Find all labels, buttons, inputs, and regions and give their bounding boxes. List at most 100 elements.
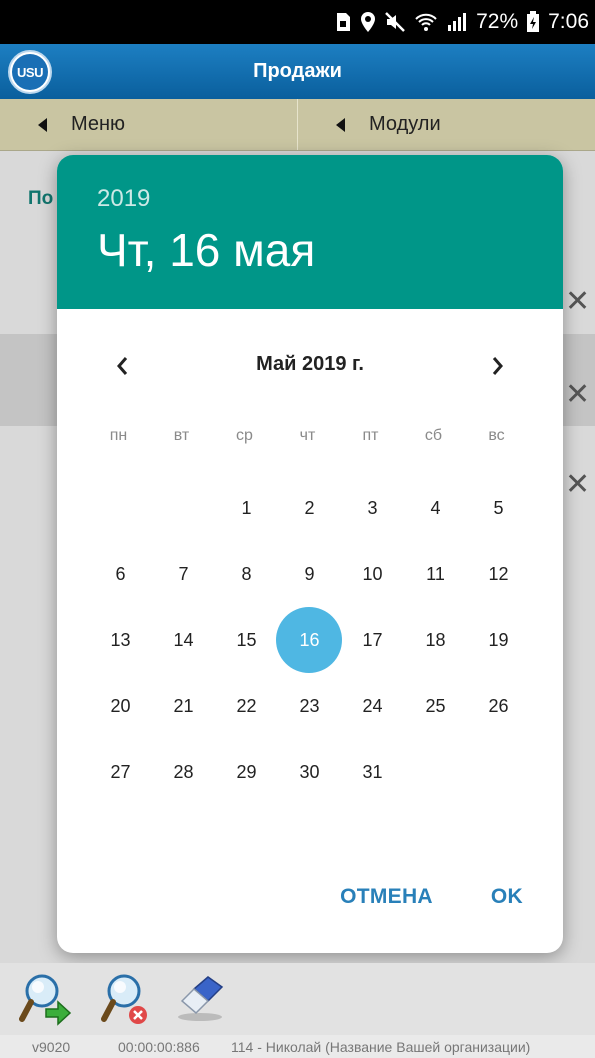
day-cell[interactable]: 26: [467, 673, 530, 739]
day-cell[interactable]: 28: [152, 739, 215, 805]
modules-button[interactable]: Модули: [297, 99, 595, 150]
search-clear-button[interactable]: [100, 971, 156, 1027]
day-cell[interactable]: 18: [404, 607, 467, 673]
selected-date-display[interactable]: Чт, 16 мая: [97, 223, 315, 277]
day-cell[interactable]: 25: [404, 673, 467, 739]
empty-day-cell: [152, 475, 215, 541]
app-header: USU Продажи: [0, 44, 595, 99]
day-number: 11: [426, 563, 445, 584]
day-cell[interactable]: 24: [341, 673, 404, 739]
close-icon[interactable]: ✕: [565, 287, 595, 317]
day-cell[interactable]: 15: [215, 607, 278, 673]
weekday-label: ср: [236, 427, 253, 444]
chevron-right-icon: [492, 357, 503, 375]
cancel-button[interactable]: ОТМЕНА: [340, 885, 433, 909]
day-number: 10: [362, 563, 383, 584]
user-label: 114 - Николай (Название Вашей организаци…: [231, 1039, 531, 1055]
bottom-toolbar: [0, 963, 595, 1035]
day-number: 4: [430, 497, 441, 518]
location-icon: [361, 12, 376, 32]
month-navigation: Май 2019 г.: [57, 345, 563, 385]
day-cell[interactable]: 8: [215, 541, 278, 607]
day-number: 22: [236, 695, 257, 716]
day-number: 14: [173, 629, 194, 650]
day-number: 7: [178, 563, 189, 584]
empty-day-cell: [467, 739, 530, 805]
day-cell[interactable]: 21: [152, 673, 215, 739]
day-cell[interactable]: 2: [278, 475, 341, 541]
day-cell[interactable]: 7: [152, 541, 215, 607]
day-number: 8: [241, 563, 252, 584]
day-cell[interactable]: 13: [89, 607, 152, 673]
day-number: 31: [362, 761, 383, 782]
version-label: v9020: [32, 1039, 71, 1055]
back-arrow-icon: [336, 117, 345, 132]
day-cell[interactable]: 22: [215, 673, 278, 739]
day-number: 21: [173, 695, 194, 716]
day-number: 28: [173, 761, 194, 782]
day-cell[interactable]: 19: [467, 607, 530, 673]
day-cell[interactable]: 5: [467, 475, 530, 541]
day-number: 18: [425, 629, 446, 650]
battery-icon: [527, 11, 540, 32]
day-cell[interactable]: 17: [341, 607, 404, 673]
day-cell[interactable]: 30: [278, 739, 341, 805]
close-icon[interactable]: ✕: [565, 470, 595, 500]
battery-percent: 72%: [476, 10, 519, 33]
eraser-button[interactable]: [172, 971, 228, 1027]
day-cell[interactable]: 1: [215, 475, 278, 541]
background-label: По: [28, 188, 54, 209]
weekday-label: пт: [362, 427, 379, 444]
wifi-icon: [415, 13, 437, 31]
dialog-actions: ОТМЕНА OK: [340, 885, 523, 909]
day-number: 25: [425, 695, 446, 716]
day-cell[interactable]: 14: [152, 607, 215, 673]
day-cell[interactable]: 11: [404, 541, 467, 607]
day-number: 29: [236, 761, 257, 782]
weekday-label: вт: [173, 427, 190, 444]
day-cell[interactable]: 6: [89, 541, 152, 607]
weekday-label: сб: [424, 427, 443, 444]
day-cell-selected[interactable]: 16: [276, 607, 342, 673]
search-export-button[interactable]: [18, 971, 74, 1027]
close-icon[interactable]: ✕: [565, 380, 595, 410]
weekday-label: вс: [488, 427, 505, 444]
day-number: 2: [304, 497, 315, 518]
ok-button[interactable]: OK: [491, 885, 523, 909]
sim-icon: [337, 13, 351, 31]
day-number: 12: [488, 563, 509, 584]
day-number: 27: [110, 761, 131, 782]
day-cell[interactable]: 4: [404, 475, 467, 541]
modules-label: Модули: [369, 113, 441, 135]
menu-button[interactable]: Меню: [0, 99, 297, 150]
empty-day-cell: [89, 475, 152, 541]
day-cell[interactable]: 31: [341, 739, 404, 805]
magnifier-cancel-icon: [101, 974, 147, 1024]
day-cell[interactable]: 23: [278, 673, 341, 739]
day-number: 6: [115, 563, 126, 584]
day-number: 1: [241, 497, 252, 518]
date-picker-dialog: 2019 Чт, 16 мая Май 2019 г. пн вт ср чт пт сб…: [57, 155, 563, 953]
day-number: 26: [488, 695, 509, 716]
day-cell[interactable]: 10: [341, 541, 404, 607]
day-cell[interactable]: 12: [467, 541, 530, 607]
day-number: 16: [299, 629, 320, 650]
nav-row: Меню Модули: [0, 99, 595, 151]
day-cell[interactable]: 20: [89, 673, 152, 739]
day-number: 13: [110, 629, 131, 650]
day-cell[interactable]: 9: [278, 541, 341, 607]
day-number: 3: [367, 497, 378, 518]
year-selector[interactable]: 2019: [97, 185, 150, 213]
day-cell[interactable]: 27: [89, 739, 152, 805]
day-number: 23: [299, 695, 320, 716]
next-month-button[interactable]: [483, 351, 513, 381]
day-number: 20: [110, 695, 131, 716]
mute-icon: [385, 12, 405, 32]
day-cell[interactable]: 3: [341, 475, 404, 541]
weekday-header: пн вт ср чт пт сб вс: [87, 427, 527, 445]
day-cell[interactable]: 29: [215, 739, 278, 805]
eraser-icon: [178, 976, 224, 1021]
clock: 7:06: [548, 10, 589, 33]
date-picker-header: 2019 Чт, 16 мая: [57, 155, 563, 309]
page-title: Продажи: [253, 60, 342, 82]
